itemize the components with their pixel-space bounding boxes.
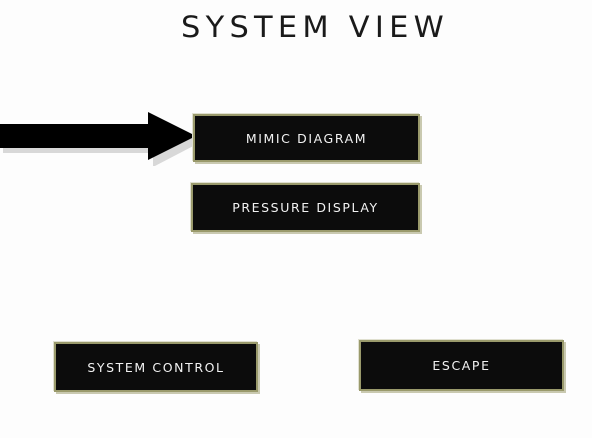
escape-button[interactable]: ESCAPE	[359, 340, 564, 391]
system-control-button[interactable]: SYSTEM CONTROL	[54, 342, 258, 392]
pressure-display-button[interactable]: PRESSURE DISPLAY	[191, 183, 420, 232]
page-title: SYSTEM VIEW	[181, 10, 449, 44]
arrow-right-icon	[0, 112, 200, 166]
mimic-diagram-button[interactable]: MIMIC DIAGRAM	[193, 114, 420, 162]
system-view-screen: SYSTEM VIEW MIMIC DIAGRAM PRESSURE DISPL…	[0, 0, 592, 438]
